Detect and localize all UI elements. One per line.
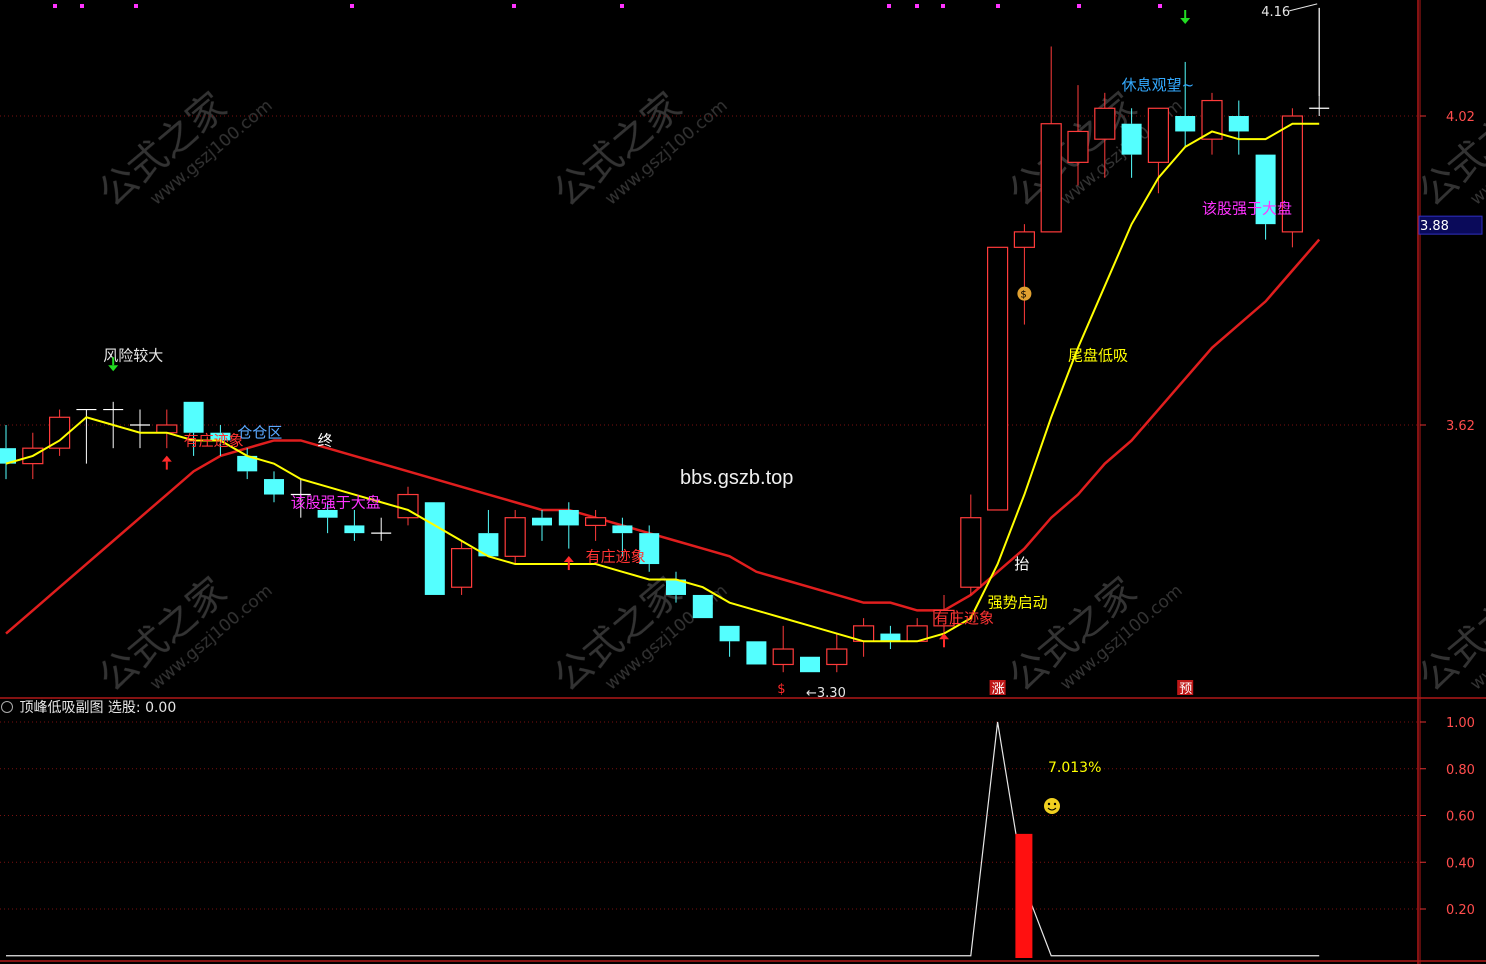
candle-body [264,479,284,495]
candle-body [1228,116,1249,132]
candle-body [772,648,794,666]
annotation-label: 尾盘低吸 [1068,346,1128,364]
candle-body [1040,123,1062,233]
top-dot-marker [996,4,1000,8]
sub-tick-label: 0.80 [1446,763,1475,778]
top-dot-marker [53,4,57,8]
candle-body [986,246,1009,511]
candle-body [746,641,767,665]
top-dot-marker [1077,4,1081,8]
annotation-label: 强势启动 [988,594,1048,612]
candle-body [1175,116,1196,132]
annotation-label: 有庄迹象 [184,431,244,449]
money-bag-icon: $ [1020,290,1026,301]
candle-body [156,424,178,434]
annotation-label: 终 [318,431,333,449]
indicator-title: 顶峰低吸副图 选股: 0.00 [0,698,176,718]
price-tick-label: 4.02 [1446,110,1475,125]
high-marker-label: 4.16 [1261,5,1290,20]
indicator-name: 顶峰低吸副图 [19,700,104,716]
candle-body [1121,123,1142,155]
candle-body [826,648,848,666]
sub-tick-label: 1.00 [1446,716,1475,731]
top-dot-marker [350,4,354,8]
candle-body [719,625,740,642]
candle [746,641,767,665]
candle [800,656,820,673]
top-dot-marker [915,4,919,8]
candle-body [800,656,820,673]
annotation-label: 休息观望~ [1122,76,1195,94]
price-tick-label: 3.62 [1446,419,1475,434]
top-dot-marker [134,4,138,8]
smiley-icon [1047,802,1051,806]
indicator-toggle-icon[interactable] [1,701,13,713]
candle-body [183,401,204,433]
candle-body [1094,107,1116,140]
site-text: bbs.gszb.top [680,467,794,489]
annotation-label: 该股强于大盘 [1202,200,1292,218]
indicator-bar [1015,833,1033,958]
candle [986,246,1009,511]
candle [1281,108,1304,248]
annotation-label: 有庄迹象 [586,547,646,565]
bottom-tag: 预 [1179,682,1192,697]
candle-body [960,517,982,588]
candle-body [532,517,552,526]
top-dot-marker [1158,4,1162,8]
indicator-annotation: 7.013% [1048,760,1101,776]
annotation-label: 该股强于大盘 [291,493,381,511]
candle-body [1067,130,1089,163]
candle-body [692,594,713,619]
top-dot-marker [887,4,891,8]
smiley-icon [1053,802,1057,806]
candle-body [1013,231,1036,248]
sub-tick-label: 0.60 [1446,810,1475,825]
indicator-value: 选股: 0.00 [107,700,177,716]
candle-body [612,525,633,534]
candle-body [584,517,607,527]
candle [424,502,445,595]
candle-body [1147,107,1170,163]
annotation-label: 仓仓区 [237,424,282,442]
sub-tick-label: 0.40 [1446,856,1475,871]
candle [692,594,713,619]
candle-body [558,509,579,526]
low-marker-label: ←3.30 [806,686,846,701]
candle-body [504,517,526,557]
top-dot-marker [512,4,516,8]
top-dot-marker [941,4,945,8]
candle-body [880,633,901,642]
candle-body [424,502,445,595]
top-dot-marker [620,4,624,8]
current-price-label: 3.88 [1420,219,1449,234]
bottom-tag: 涨 [992,682,1005,697]
smiley-icon [1044,798,1060,814]
candle [504,509,526,565]
candle-body [344,525,365,534]
bottom-tag: $ [777,682,785,697]
candle-body [451,547,473,588]
top-dot-marker [80,4,84,8]
annotation-label: 抬 [1014,555,1029,573]
annotation-label: 有庄迹象 [934,609,994,627]
sub-tick-label: 0.20 [1446,903,1475,918]
candle [451,540,473,595]
